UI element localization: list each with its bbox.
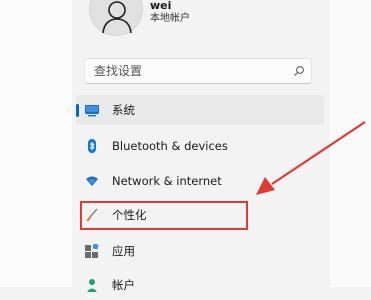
annotation-arrow-icon xyxy=(256,121,366,195)
